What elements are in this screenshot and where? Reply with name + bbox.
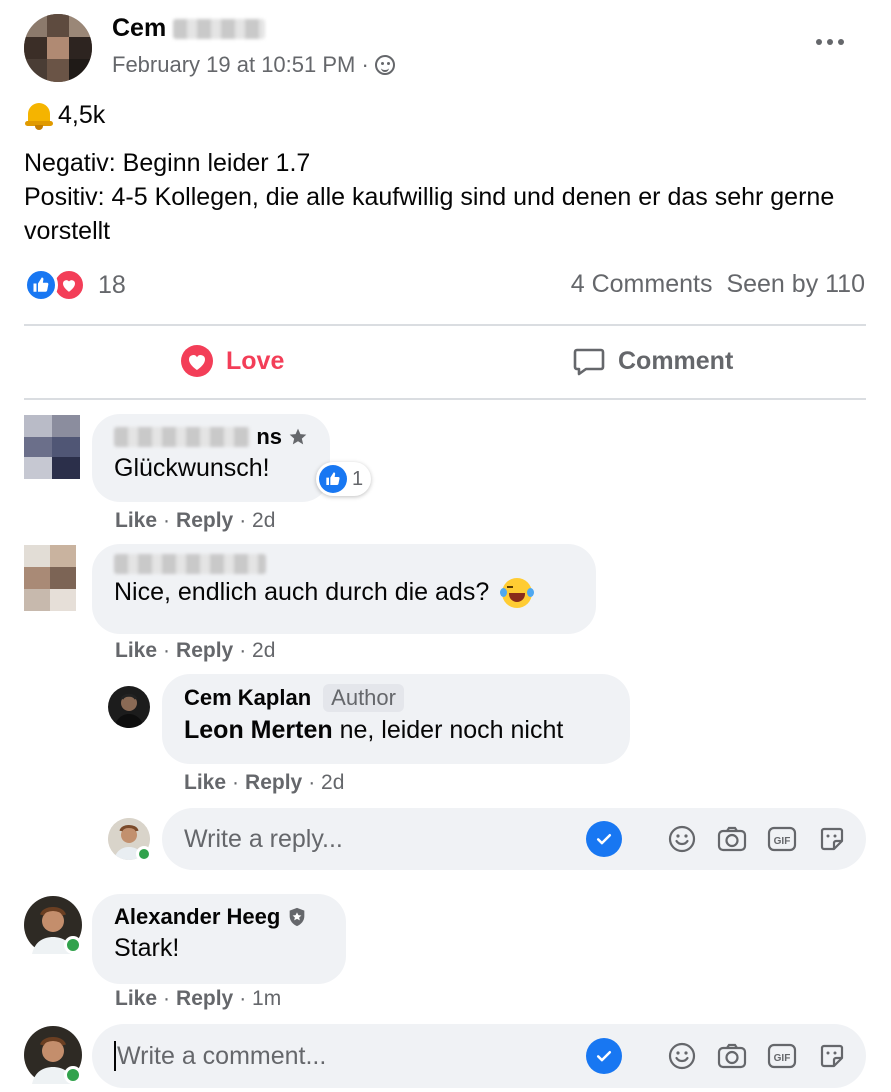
star-icon bbox=[289, 428, 307, 445]
commenter-name[interactable]: Alexander Heeg bbox=[114, 904, 324, 930]
emoji-icon[interactable] bbox=[666, 823, 698, 855]
commenter-name[interactable] bbox=[114, 554, 574, 574]
post-body: Negativ: Beginn leider 1.7 Positiv: 4-5 … bbox=[24, 146, 874, 248]
divider bbox=[24, 398, 866, 400]
check-icon[interactable] bbox=[586, 1038, 622, 1074]
comment-like-button[interactable]: Like bbox=[115, 509, 157, 533]
bell-icon bbox=[24, 100, 54, 130]
gif-icon[interactable]: GIF bbox=[766, 1040, 798, 1072]
reply-bubble: Cem Kaplan Author Leon Merten ne, leider… bbox=[162, 674, 630, 764]
comment-bubble: Nice, endlich auch durch die ads? bbox=[92, 544, 596, 634]
comment-meta: Like · Reply · 2d bbox=[115, 509, 276, 533]
reply-time[interactable]: · 2d bbox=[308, 771, 344, 795]
comment-reply-button[interactable]: Reply bbox=[176, 509, 233, 533]
commenter-avatar[interactable] bbox=[24, 545, 76, 611]
comment-bubble: ns Glückwunsch! bbox=[92, 414, 330, 502]
post-author-name[interactable]: Cem bbox=[112, 14, 266, 43]
svg-text:GIF: GIF bbox=[774, 836, 791, 847]
reply-author-avatar[interactable] bbox=[108, 686, 150, 728]
commenter-avatar[interactable] bbox=[24, 415, 80, 479]
user-avatar[interactable] bbox=[24, 1026, 82, 1084]
comment-bubble: Alexander Heeg Stark! bbox=[92, 894, 346, 984]
comment-like-button[interactable]: Like bbox=[115, 639, 157, 663]
reply-text: Leon Merten ne, leider noch nicht bbox=[184, 716, 564, 744]
post-line-2: Positiv: 4-5 Kollegen, die alle kaufwill… bbox=[24, 183, 835, 245]
online-status-icon bbox=[136, 846, 152, 862]
post-meta: February 19 at 10:51 PM · bbox=[112, 52, 395, 78]
post-date[interactable]: February 19 at 10:51 PM · bbox=[112, 52, 369, 78]
sticker-icon[interactable] bbox=[816, 823, 848, 855]
commenter-avatar[interactable] bbox=[24, 896, 82, 954]
bell-line: 4,5k bbox=[24, 100, 105, 130]
like-count: 1 bbox=[352, 467, 364, 490]
post-author-avatar[interactable] bbox=[24, 14, 92, 82]
author-badge: Author bbox=[323, 684, 404, 712]
mention-link[interactable]: Leon Merten bbox=[184, 716, 333, 744]
comment-time[interactable]: · 2d bbox=[239, 509, 275, 533]
redacted-name bbox=[173, 19, 266, 40]
globe-icon bbox=[374, 55, 395, 75]
comment-input-placeholder: Write a comment... bbox=[117, 1041, 327, 1070]
love-button[interactable]: Love bbox=[180, 338, 284, 384]
camera-icon[interactable] bbox=[716, 823, 748, 855]
reply-meta: Like · Reply · 2d bbox=[184, 771, 345, 795]
comment-reply-button[interactable]: Reply bbox=[176, 639, 233, 663]
more-icon[interactable] bbox=[816, 32, 848, 52]
laughing-emoji-icon bbox=[500, 578, 535, 609]
like-icon bbox=[24, 268, 58, 302]
post-stats: 4 Comments Seen by 110 bbox=[571, 270, 865, 299]
like-icon bbox=[319, 465, 347, 493]
text-cursor bbox=[114, 1041, 116, 1071]
comment-time[interactable]: · 2d bbox=[239, 639, 275, 663]
camera-icon[interactable] bbox=[716, 1040, 748, 1072]
love-icon bbox=[181, 345, 213, 377]
divider bbox=[24, 324, 866, 326]
comment-meta: Like · Reply · 2d bbox=[115, 639, 276, 663]
comment-text: Stark! bbox=[114, 934, 180, 962]
reply-input[interactable]: Write a reply... GIF bbox=[162, 808, 866, 870]
love-label: Love bbox=[226, 346, 285, 375]
comment-meta: Like · Reply · 1m bbox=[115, 987, 282, 1011]
comments-count[interactable]: 4 Comments bbox=[571, 270, 713, 299]
gif-icon[interactable]: GIF bbox=[766, 823, 798, 855]
comment-reply-button[interactable]: Reply bbox=[176, 987, 233, 1011]
emoji-icon[interactable] bbox=[666, 1040, 698, 1072]
check-icon[interactable] bbox=[586, 821, 622, 857]
sticker-icon[interactable] bbox=[816, 1040, 848, 1072]
comment-text: Glückwunsch! bbox=[114, 454, 270, 482]
reply-reply-button[interactable]: Reply bbox=[245, 771, 302, 795]
reply-author-name[interactable]: Cem Kaplan Author bbox=[184, 684, 608, 712]
online-status-icon bbox=[64, 1066, 82, 1084]
comment-input[interactable]: Write a comment... GIF bbox=[92, 1024, 866, 1088]
redacted-name bbox=[114, 427, 251, 447]
redacted-name bbox=[114, 554, 266, 574]
reply-input-placeholder: Write a reply... bbox=[184, 824, 343, 853]
comment-like-badge[interactable]: 1 bbox=[316, 462, 372, 496]
comment-button[interactable]: Comment bbox=[572, 338, 733, 384]
comment-text: Nice, endlich auch durch die ads? bbox=[114, 578, 574, 609]
post-line-1: Negativ: Beginn leider 1.7 bbox=[24, 149, 311, 177]
commenter-name[interactable]: ns bbox=[114, 424, 308, 450]
comment-like-button[interactable]: Like bbox=[115, 987, 157, 1011]
bell-text: 4,5k bbox=[58, 100, 106, 129]
comment-icon bbox=[573, 348, 605, 376]
comment-time[interactable]: · 1m bbox=[239, 987, 281, 1011]
user-avatar[interactable] bbox=[108, 818, 152, 862]
shield-icon bbox=[289, 907, 305, 927]
online-status-icon bbox=[64, 936, 82, 954]
reply-like-button[interactable]: Like bbox=[184, 771, 226, 795]
seen-by[interactable]: Seen by 110 bbox=[726, 270, 865, 299]
svg-text:GIF: GIF bbox=[774, 1053, 791, 1064]
reactions-summary[interactable]: 18 bbox=[24, 268, 126, 302]
comment-label: Comment bbox=[618, 346, 734, 375]
reaction-count: 18 bbox=[98, 270, 126, 299]
